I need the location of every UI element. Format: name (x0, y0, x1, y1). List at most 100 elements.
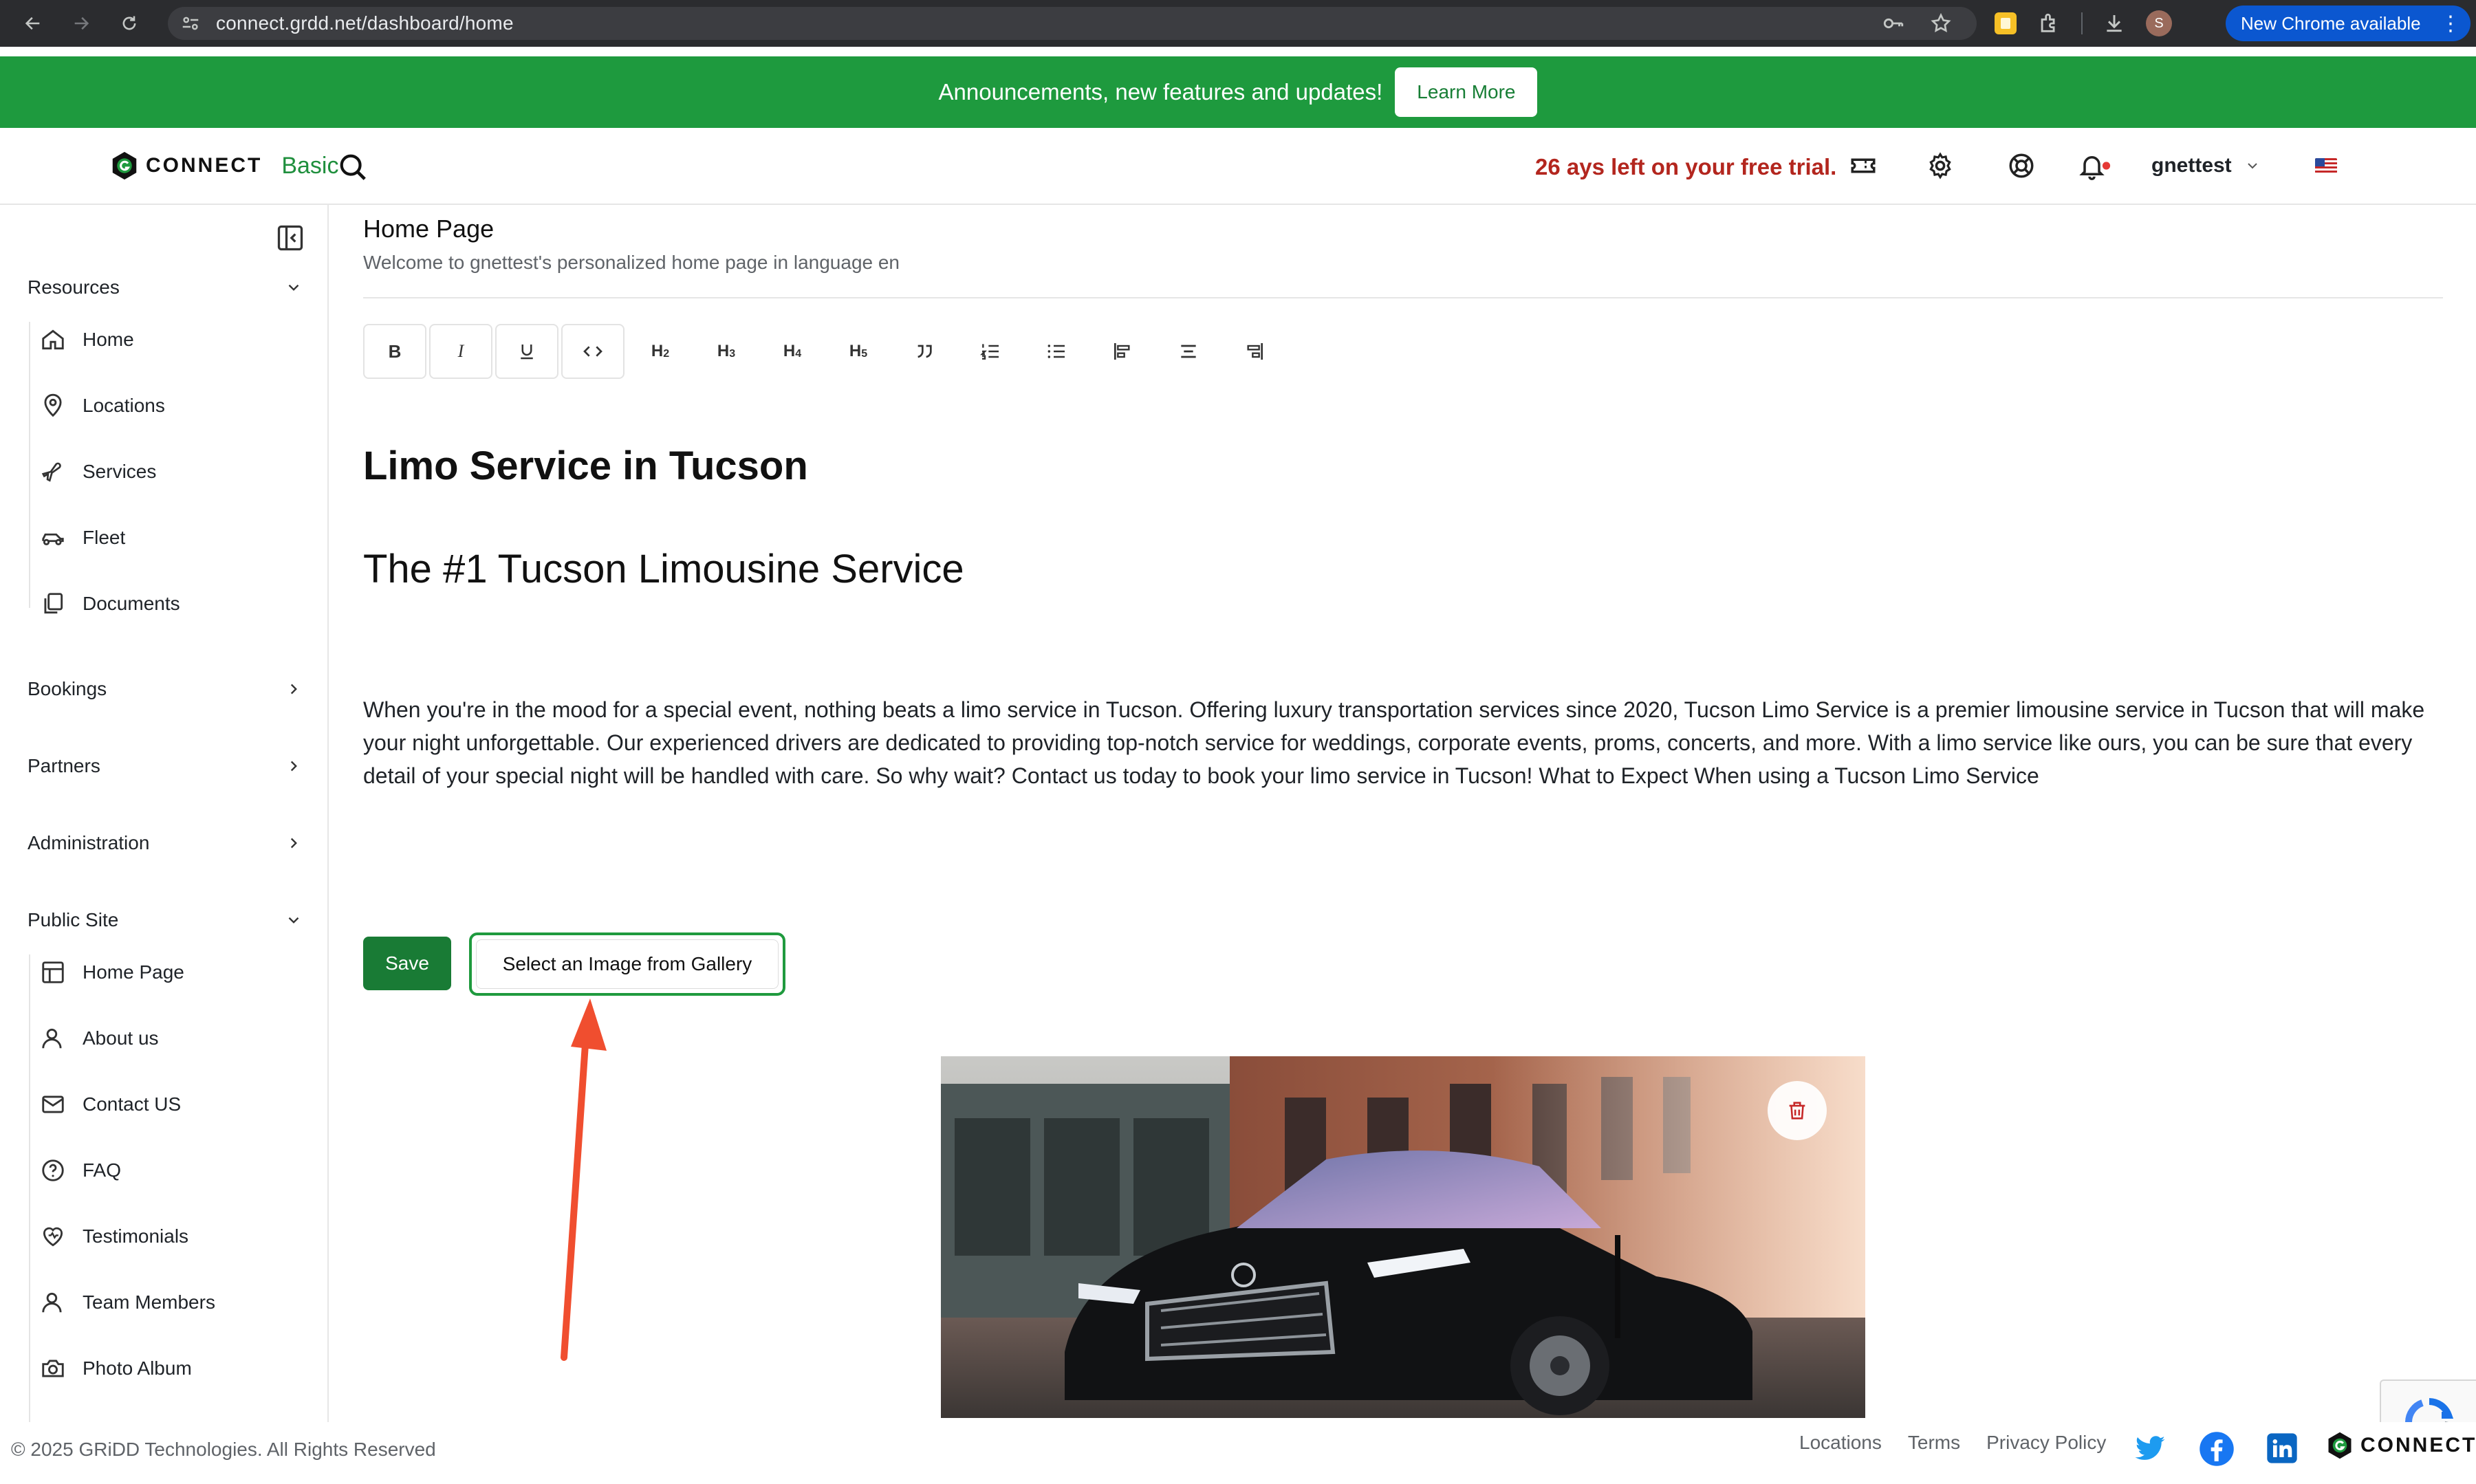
ticket-icon (1851, 158, 1876, 173)
user-menu[interactable]: gnettest (2151, 154, 2261, 177)
heading-4-button[interactable]: H4 (759, 324, 825, 379)
profile-avatar[interactable]: S (2146, 10, 2172, 36)
us-flag-language-icon[interactable] (2315, 158, 2337, 173)
new-chrome-label: New Chrome available (2241, 12, 2421, 34)
sidebar-section-partners[interactable]: Partners (28, 752, 303, 780)
page-title: Home Page (363, 215, 495, 243)
section-rail (29, 322, 30, 608)
editor-toolbar: B I H2 H3 H4 H5 (363, 323, 1288, 380)
announcement-message: Announcements, new features and updates! (938, 79, 1383, 105)
more-menu-icon[interactable]: ⋮ (2440, 12, 2461, 36)
twitter-link[interactable] (2132, 1430, 2168, 1466)
sidebar-item-testimonials[interactable]: Testimonials (40, 1217, 188, 1256)
delete-image-button[interactable] (1768, 1081, 1827, 1140)
footer-link-terms[interactable]: Terms (1908, 1432, 1960, 1454)
save-button[interactable]: Save (363, 937, 451, 990)
layout-icon (42, 961, 64, 983)
connect-logo[interactable]: CONNECT Basic (109, 150, 338, 182)
content-paragraph[interactable]: When you're in the mood for a special ev… (363, 693, 2440, 792)
notifications-button[interactable] (2077, 151, 2111, 180)
sidebar-item-label: Testimonials (83, 1225, 189, 1247)
reload-icon (122, 16, 136, 30)
align-right-icon (1247, 343, 1263, 360)
bullet-list-button[interactable] (1023, 324, 1089, 379)
heading-3-button[interactable]: H3 (693, 324, 759, 379)
trash-icon (1789, 1102, 1805, 1120)
sidebar-item-contact-us[interactable]: Contact US (40, 1085, 181, 1124)
site-settings-icon[interactable] (180, 13, 201, 34)
bold-button[interactable]: B (363, 324, 426, 379)
code-icon (583, 346, 602, 357)
sidebar-item-label: Home Page (83, 961, 184, 983)
sidebar-item-about-us[interactable]: About us (40, 1019, 159, 1058)
camera-icon (42, 1360, 64, 1377)
heading-4-label: H (783, 342, 796, 360)
align-right-button[interactable] (1221, 324, 1288, 379)
sidebar-item-fleet[interactable]: Fleet (40, 519, 125, 557)
url-text[interactable]: connect.grdd.net/dashboard/home (216, 12, 514, 34)
connect-logo-icon (112, 151, 137, 180)
airplane-icon (41, 462, 61, 482)
linkedin-link[interactable] (2264, 1430, 2300, 1466)
content-heading-2[interactable]: The #1 Tucson Limousine Service (363, 546, 964, 592)
bullet-list-icon (1047, 345, 1065, 358)
settings-button[interactable] (1926, 151, 1955, 180)
extensions-puzzle-icon[interactable] (2037, 12, 2061, 35)
sidebar-item-documents[interactable]: Documents (40, 585, 180, 623)
forward-button[interactable] (67, 10, 95, 37)
footer-link-locations[interactable]: Locations (1799, 1432, 1882, 1454)
sidebar-collapse-icon (277, 225, 303, 251)
reload-button[interactable] (116, 10, 143, 37)
chevron-down-icon (2247, 163, 2257, 169)
sidebar-item-label: FAQ (83, 1159, 122, 1181)
home-icon (42, 329, 64, 350)
header-search-button[interactable] (337, 151, 369, 183)
facebook-link[interactable] (2198, 1430, 2235, 1467)
bookmark-star-icon[interactable] (1930, 12, 1952, 34)
heading-5-button[interactable]: H5 (825, 324, 891, 379)
heading-2-button[interactable]: H2 (627, 324, 693, 379)
sidebar-item-services[interactable]: Services (40, 452, 156, 491)
sidebar-item-home[interactable]: Home (40, 320, 134, 359)
new-chrome-available-button[interactable]: New Chrome available ⋮ (2226, 6, 2470, 41)
address-bar[interactable]: connect.grdd.net/dashboard/home (168, 7, 1977, 40)
content-heading-1[interactable]: Limo Service in Tucson (363, 443, 808, 489)
collapse-sidebar-button[interactable] (275, 223, 305, 253)
italic-button[interactable]: I (429, 324, 492, 379)
back-button[interactable] (19, 10, 47, 37)
trial-notice: 26 ays left on your free trial. (1535, 154, 1837, 179)
blockquote-button[interactable] (891, 324, 957, 379)
sidebar-item-home-page[interactable]: Home Page (40, 953, 184, 992)
underline-icon (521, 345, 533, 360)
location-pin-icon (44, 393, 62, 417)
sidebar-item-locations[interactable]: Locations (40, 386, 165, 425)
ordered-list-button[interactable] (957, 324, 1023, 379)
learn-more-button[interactable]: Learn More (1395, 67, 1538, 117)
code-button[interactable] (561, 324, 625, 379)
downloads-icon[interactable] (2103, 12, 2125, 34)
sidebar-item-faq[interactable]: FAQ (40, 1151, 121, 1190)
sidebar-item-label: Locations (83, 395, 165, 416)
align-center-button[interactable] (1155, 324, 1221, 379)
heading-4-level: 4 (795, 348, 802, 360)
footer-connect-logo[interactable]: CONNECT (2325, 1430, 2476, 1461)
notes-extension-icon[interactable] (1995, 12, 2017, 34)
sidebar-section-bookings[interactable]: Bookings (28, 675, 303, 703)
select-image-from-gallery-button[interactable]: Select an Image from Gallery (469, 932, 785, 996)
sidebar-section-public-site[interactable]: Public Site (28, 906, 303, 934)
sidebar-section-resources[interactable]: Resources (28, 274, 303, 301)
align-center-icon (1181, 345, 1196, 358)
password-key-icon[interactable] (1882, 12, 1905, 35)
sidebar-item-team-members[interactable]: Team Members (40, 1283, 215, 1322)
underline-button[interactable] (495, 324, 558, 379)
sidebar-section-administration[interactable]: Administration (28, 829, 303, 857)
align-left-icon (1114, 343, 1130, 360)
sidebar-item-photo-album[interactable]: Photo Album (40, 1349, 192, 1388)
chevron-right-icon (290, 838, 297, 849)
lifebuoy-icon (2009, 153, 2034, 178)
support-button[interactable] (2007, 151, 2036, 180)
ticket-button[interactable] (1849, 151, 1878, 180)
section-label: Bookings (28, 678, 107, 699)
footer-link-privacy-policy[interactable]: Privacy Policy (1986, 1432, 2106, 1454)
align-left-button[interactable] (1089, 324, 1155, 379)
